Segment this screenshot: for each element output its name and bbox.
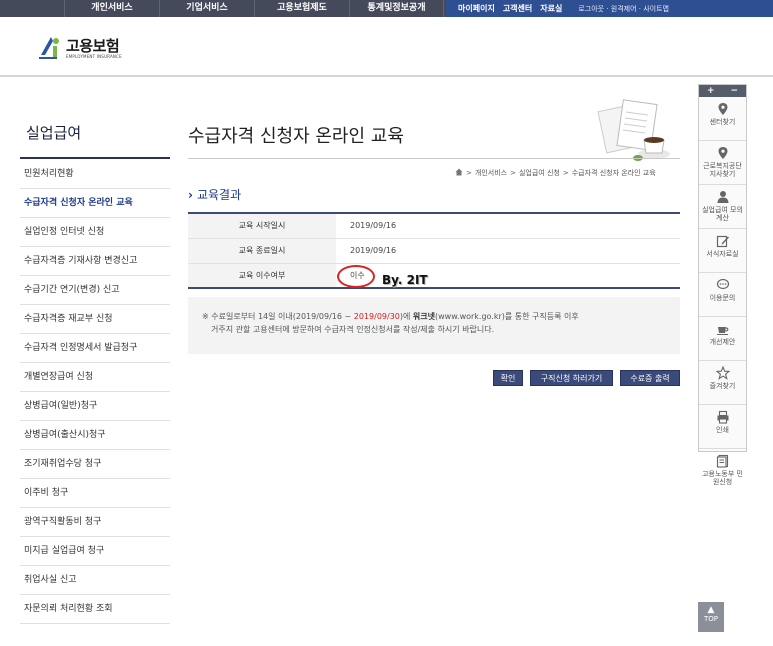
watermark-text: By. 2IT	[382, 273, 428, 287]
sidebar-item-sickness-general[interactable]: 상병급여(일반)청구	[20, 392, 170, 421]
breadcrumb-item[interactable]: 수급자격 신청자 온라인 교육	[572, 168, 656, 178]
print-certificate-button[interactable]: 수료증 출력	[620, 370, 680, 386]
documents-cup-illustration	[594, 98, 680, 166]
cup-icon	[716, 327, 728, 335]
edit-icon	[716, 235, 729, 248]
title-divider	[188, 158, 680, 159]
breadcrumb-item[interactable]: 실업급여 신청	[519, 168, 560, 178]
menu-statistics[interactable]: 통계및정보공개	[349, 0, 444, 17]
zoom-out-button[interactable]: −	[730, 86, 738, 96]
home-icon[interactable]	[455, 168, 463, 178]
deadline-date: 2019/09/30	[353, 312, 400, 321]
section-title-label: 교육결과	[196, 188, 242, 202]
quick-item-inquiry[interactable]: 이용문의	[699, 273, 746, 317]
notice-line-1: ※ 수료일로부터 14일 이내(2019/09/16 ~ 2019/09/30)…	[202, 312, 579, 321]
logo-korean: 고용보험	[66, 36, 120, 55]
scroll-top-label: TOP	[703, 615, 718, 623]
chevron-right-icon: ›	[188, 187, 193, 202]
main-menu: 개인서비스 기업서비스 고용보험제도 통계및정보공개	[64, 0, 444, 17]
quick-item-suggestion[interactable]: 개선제안	[699, 317, 746, 361]
sidebar-item-relocation[interactable]: 이주비 청구	[20, 479, 170, 508]
sidebar-item-early-reemployment[interactable]: 조기재취업수당 청구	[20, 450, 170, 479]
logo-english: EMPLOYMENT INSURANCE	[66, 53, 122, 59]
sidebar-item-employment-report[interactable]: 취업사실 신고	[20, 566, 170, 595]
menu-business-service[interactable]: 기업서비스	[159, 0, 254, 17]
quick-menu: + − 센터찾기 근로복지공단 지사찾기 실업급여 모의계산 서식자료실 이용문…	[698, 84, 747, 486]
link-mypage[interactable]: 마이페이지	[458, 3, 495, 14]
label-completion: 교육 이수여부	[188, 264, 336, 287]
sidebar-item-complaint-status[interactable]: 민원처리현황	[20, 160, 170, 189]
sidebar-item-statement-request[interactable]: 수급자격 인정명세서 발급청구	[20, 334, 170, 363]
label-start-time: 교육 시작일시	[188, 214, 336, 238]
arrow-up-icon: ▲	[707, 605, 715, 615]
sidebar-item-certificate-reissue[interactable]: 수급자격증 재교부 신청	[20, 305, 170, 334]
worknet-label: 워크넷	[412, 312, 436, 321]
sidebar-item-unpaid-benefit[interactable]: 미지급 실업급여 청구	[20, 537, 170, 566]
top-navigation-bar: 개인서비스 기업서비스 고용보험제도 통계및정보공개 마이페이지 고객센터 자료…	[0, 0, 773, 17]
completion-cell: 이수 By. 2IT	[336, 264, 680, 288]
sidebar-item-certificate-change[interactable]: 수급자격증 기재사항 변경신고	[20, 247, 170, 276]
top-util-bar: 마이페이지 고객센터 자료실 로그아웃 · 원격제어 · 사이트맵	[446, 0, 773, 17]
value-start-time: 2019/09/16	[350, 221, 397, 230]
sidebar-item-unemployment-recognition[interactable]: 실업인정 인터넷 신청	[20, 218, 170, 247]
page-title: 수급자격 신청자 온라인 교육	[188, 126, 404, 147]
logo-mark-icon	[36, 35, 62, 61]
sidebar-title: 실업급여	[26, 124, 82, 142]
printer-icon	[717, 410, 728, 424]
menu-personal-service[interactable]: 개인서비스	[64, 0, 159, 17]
table-row: 교육 이수여부 이수 By. 2IT	[188, 264, 680, 289]
sidebar-item-period-extension[interactable]: 수급기간 연기(변경) 신고	[20, 276, 170, 305]
quick-item-calculator[interactable]: 실업급여 모의계산	[699, 185, 746, 229]
document-icon	[716, 454, 728, 468]
quick-item-center-search[interactable]: 센터찾기	[699, 97, 746, 141]
label-end-time: 교육 종료일시	[188, 239, 336, 263]
quick-item-branch-search[interactable]: 근로복지공단 지사찾기	[699, 141, 746, 185]
quick-item-print[interactable]: 인쇄	[699, 405, 746, 449]
sidebar-item-job-search-cost[interactable]: 광역구직활동비 청구	[20, 508, 170, 537]
quick-item-favorites[interactable]: 즐겨찾기	[699, 361, 746, 405]
confirm-button[interactable]: 확인	[493, 370, 523, 386]
location-pin-icon	[718, 147, 727, 159]
value-end-time: 2019/09/16	[350, 246, 397, 255]
util-links[interactable]: 로그아웃 · 원격제어 · 사이트맵	[578, 4, 669, 14]
quick-item-ministry-petition[interactable]: 고용노동부 민원신청	[699, 449, 746, 493]
sidebar-menu: 민원처리현황 수급자격 신청자 온라인 교육 실업인정 인터넷 신청 수급자격증…	[20, 160, 170, 624]
sidebar-divider	[20, 157, 170, 159]
star-icon	[715, 366, 730, 380]
link-library[interactable]: 자료실	[540, 3, 562, 14]
breadcrumb: > 개인서비스 > 실업급여 신청 > 수급자격 신청자 온라인 교육	[455, 168, 656, 178]
site-logo[interactable]: 고용보험 EMPLOYMENT INSURANCE	[36, 35, 122, 61]
site-header: 고용보험 EMPLOYMENT INSURANCE	[0, 17, 773, 77]
link-customer-center[interactable]: 고객센터	[503, 3, 532, 14]
section-title: › 교육결과	[188, 186, 241, 203]
scroll-top-button[interactable]: ▲ TOP	[698, 602, 724, 632]
education-result-table: 교육 시작일시 2019/09/16 교육 종료일시 2019/09/16 교육…	[188, 212, 680, 289]
job-apply-button[interactable]: 구직신청 하러가기	[530, 370, 613, 386]
red-circle-annotation	[337, 265, 375, 288]
chat-icon	[716, 278, 729, 290]
sidebar-item-advisory-status[interactable]: 자문의뢰 처리현황 조회	[20, 595, 170, 624]
breadcrumb-item[interactable]: 개인서비스	[475, 168, 507, 178]
sidebar-item-individual-extension[interactable]: 개별연장급여 신청	[20, 363, 170, 392]
location-pin-icon	[718, 103, 727, 115]
zoom-in-button[interactable]: +	[707, 86, 715, 96]
notice-box: ※ 수료일로부터 14일 이내(2019/09/16 ~ 2019/09/30)…	[188, 297, 680, 354]
quick-item-forms[interactable]: 서식자료실	[699, 229, 746, 273]
notice-line-2: 거주지 관할 고용센터에 방문하여 수급자격 인정신청서를 작성/제출 하시기 …	[211, 325, 495, 334]
table-row: 교육 종료일시 2019/09/16	[188, 239, 680, 264]
person-icon	[717, 191, 728, 203]
table-row: 교육 시작일시 2019/09/16	[188, 214, 680, 239]
quick-menu-header: + −	[699, 85, 746, 97]
menu-insurance-system[interactable]: 고용보험제도	[254, 0, 349, 17]
sidebar-item-online-education[interactable]: 수급자격 신청자 온라인 교육	[20, 189, 170, 218]
sidebar-item-sickness-maternity[interactable]: 상병급여(출산시)청구	[20, 421, 170, 450]
